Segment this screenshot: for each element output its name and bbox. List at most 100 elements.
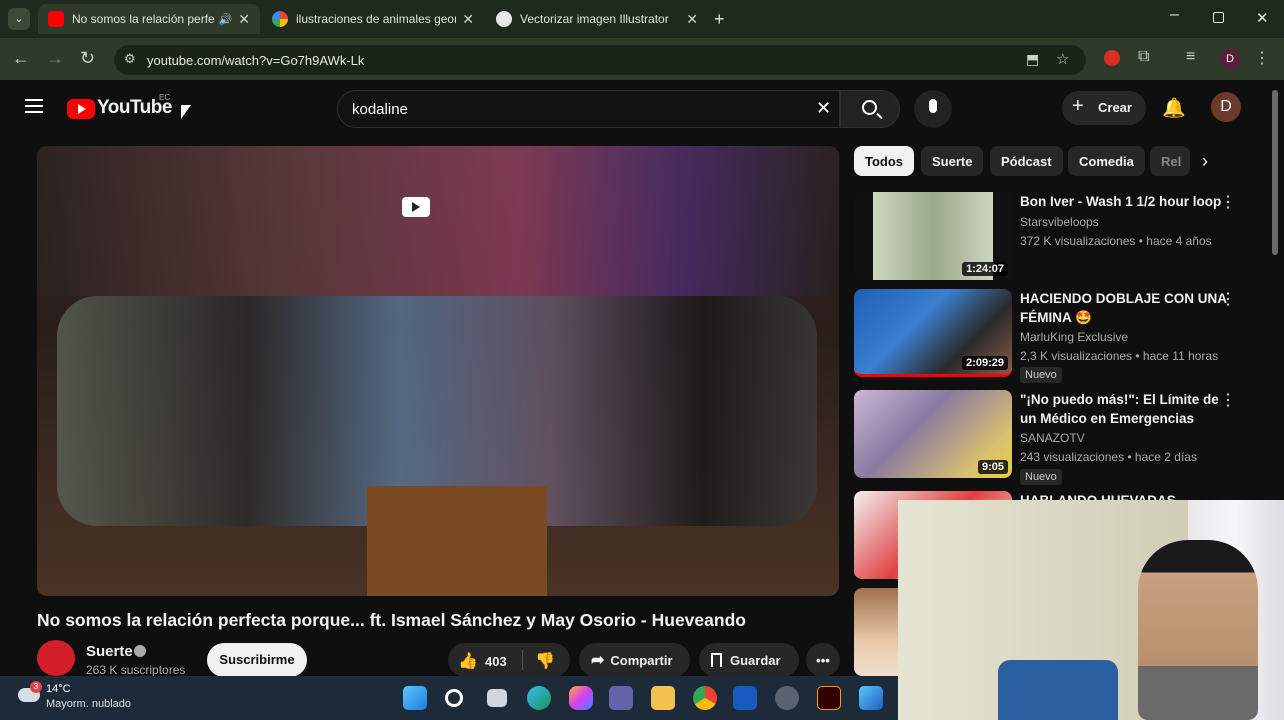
search-input[interactable]: kodaline bbox=[352, 101, 408, 118]
create-button[interactable]: + Crear bbox=[1062, 91, 1146, 125]
tab-close-icon[interactable]: ✕ bbox=[462, 11, 474, 28]
youtube-favicon-icon bbox=[48, 11, 64, 27]
teams-icon[interactable] bbox=[609, 686, 633, 710]
search-button[interactable] bbox=[840, 90, 900, 128]
tab-search-button[interactable]: ⌄ bbox=[8, 8, 30, 30]
voice-search-button[interactable] bbox=[914, 90, 952, 128]
video-frame-table bbox=[367, 486, 547, 596]
search-icon[interactable] bbox=[445, 689, 463, 707]
chip-todos[interactable]: Todos bbox=[854, 146, 915, 176]
photos-icon[interactable] bbox=[859, 686, 883, 710]
more-vertical-icon[interactable]: ⋮ bbox=[1220, 390, 1236, 410]
chip-related[interactable]: Rel bbox=[1150, 146, 1190, 176]
window-close-icon[interactable]: ✕ bbox=[1256, 9, 1269, 27]
install-app-icon[interactable]: ⬒ bbox=[1026, 51, 1039, 68]
puzzle-extensions-icon[interactable]: ⧉ bbox=[1138, 48, 1149, 66]
media-queue-icon[interactable]: ≡ bbox=[1186, 48, 1195, 66]
more-horizontal-icon: ••• bbox=[816, 652, 830, 668]
minimize-icon[interactable]: – bbox=[1170, 6, 1179, 24]
video-thumbnail[interactable]: 1:24:07 bbox=[854, 192, 1012, 280]
google-favicon-icon bbox=[272, 11, 288, 27]
maximize-icon[interactable] bbox=[1213, 12, 1224, 23]
account-avatar[interactable]: D bbox=[1211, 92, 1241, 122]
notifications-bell-icon[interactable]: 🔔 bbox=[1162, 96, 1186, 120]
reload-icon[interactable]: ↻ bbox=[80, 48, 95, 69]
video-title[interactable]: HACIENDO DOBLAJE CON UNA FÉMINA 🤩 bbox=[1020, 289, 1235, 327]
like-button[interactable]: 👍 403 bbox=[458, 651, 528, 671]
clear-search-icon[interactable]: ✕ bbox=[816, 98, 831, 119]
weather-temperature[interactable]: 14°C bbox=[46, 683, 71, 695]
channel-name[interactable]: Suerte bbox=[86, 643, 133, 660]
profile-avatar[interactable]: D bbox=[1220, 49, 1240, 69]
more-vertical-icon[interactable]: ⋮ bbox=[1220, 289, 1236, 309]
more-actions-button[interactable]: ••• bbox=[806, 643, 840, 677]
mouse-cursor-icon bbox=[181, 105, 191, 119]
verified-icon bbox=[134, 645, 146, 657]
video-thumbnail[interactable] bbox=[854, 588, 898, 676]
tab-vectorize[interactable]: Vectorizar imagen Illustrator ✕ bbox=[486, 4, 708, 34]
bookmark-icon bbox=[711, 653, 722, 667]
tab-close-icon[interactable]: ✕ bbox=[238, 11, 250, 28]
region-code: EC bbox=[159, 93, 171, 102]
tab-close-icon[interactable]: ✕ bbox=[686, 11, 698, 28]
new-badge: Nuevo bbox=[1020, 367, 1062, 383]
share-button[interactable]: ➦ Compartir bbox=[579, 643, 690, 677]
list-item[interactable]: 9:05 "¡No puedo más!": El Límite de un M… bbox=[854, 390, 1284, 485]
file-explorer-icon[interactable] bbox=[651, 686, 675, 710]
subscribe-button[interactable]: Suscribirme bbox=[207, 643, 307, 677]
illustrator-icon[interactable] bbox=[817, 686, 841, 710]
copilot-icon[interactable] bbox=[569, 686, 593, 710]
duration-badge: 2:09:29 bbox=[962, 356, 1008, 370]
channel-avatar[interactable] bbox=[37, 640, 75, 676]
duration-badge: 1:24:07 bbox=[962, 262, 1008, 276]
channel-name[interactable]: SANAZOTV bbox=[1020, 431, 1085, 445]
browser-tab-bar: ⌄ No somos la relación perfec 🔊 ✕ ilustr… bbox=[0, 0, 1284, 38]
webcam-overlay bbox=[898, 500, 1284, 720]
word-icon[interactable] bbox=[733, 686, 757, 710]
plus-icon: + bbox=[1072, 95, 1084, 117]
back-arrow-icon[interactable]: ← bbox=[12, 48, 30, 69]
thumbs-down-icon[interactable]: 👎 bbox=[535, 651, 555, 671]
chip-comedia[interactable]: Comedia bbox=[1068, 146, 1145, 176]
like-count: 403 bbox=[485, 654, 507, 669]
video-title[interactable]: "¡No puedo más!": El Límite de un Médico… bbox=[1020, 390, 1235, 428]
task-view-icon[interactable] bbox=[487, 689, 507, 707]
new-tab-plus-icon[interactable]: + bbox=[714, 9, 725, 30]
windows-start-icon[interactable] bbox=[403, 686, 427, 710]
video-title[interactable]: Bon Iver - Wash 1 1/2 hour loop bbox=[1020, 192, 1235, 211]
browser-menu-icon[interactable]: ⋮ bbox=[1254, 48, 1270, 68]
omnibox[interactable]: ⚙ youtube.com/watch?v=Go7h9AWk-Lk ⬒ ☆ bbox=[114, 45, 1086, 75]
video-thumbnail[interactable]: 2:09:29 bbox=[854, 289, 1012, 377]
tab-google-illustrations[interactable]: ilustraciones de animales geom ✕ bbox=[262, 4, 484, 34]
save-label: Guardar bbox=[730, 652, 781, 668]
webcam-chair bbox=[998, 660, 1118, 720]
channel-name[interactable]: Starsvibeloops bbox=[1020, 215, 1099, 229]
video-meta: 372 K visualizaciones • hace 4 años bbox=[1020, 234, 1212, 248]
extension-red-icon[interactable] bbox=[1104, 50, 1120, 66]
tab-youtube-video[interactable]: No somos la relación perfec 🔊 ✕ bbox=[38, 4, 260, 34]
weather-description[interactable]: Mayorm. nublado bbox=[46, 698, 131, 710]
like-dislike-group: 👍 403 👎 bbox=[448, 643, 570, 677]
search-box[interactable]: kodaline ✕ bbox=[337, 90, 840, 128]
list-item[interactable]: 1:24:07 Bon Iver - Wash 1 1/2 hour loop … bbox=[854, 192, 1284, 284]
forward-arrow-icon[interactable]: → bbox=[46, 48, 64, 69]
share-arrow-icon: ➦ bbox=[591, 652, 605, 669]
edge-browser-icon[interactable] bbox=[527, 686, 551, 710]
save-button[interactable]: Guardar bbox=[699, 643, 799, 677]
hamburger-menu-icon[interactable] bbox=[25, 99, 43, 113]
more-vertical-icon[interactable]: ⋮ bbox=[1220, 192, 1236, 212]
list-item[interactable]: 2:09:29 HACIENDO DOBLAJE CON UNA FÉMINA … bbox=[854, 289, 1284, 383]
chip-suerte[interactable]: Suerte bbox=[921, 146, 984, 176]
webcam-person bbox=[1138, 540, 1258, 720]
channel-name[interactable]: MarluKing Exclusive bbox=[1020, 330, 1128, 344]
chip-podcast[interactable]: Pódcast bbox=[990, 146, 1063, 176]
video-player[interactable] bbox=[37, 146, 839, 596]
bookmark-star-icon[interactable]: ☆ bbox=[1056, 50, 1069, 68]
weather-badge: 3 bbox=[30, 681, 42, 693]
settings-gear-icon[interactable] bbox=[775, 686, 799, 710]
video-thumbnail[interactable]: 9:05 bbox=[854, 390, 1012, 478]
page-scrollbar[interactable] bbox=[1272, 90, 1278, 255]
chips-next-chevron-icon[interactable]: › bbox=[1202, 151, 1208, 172]
chrome-icon[interactable] bbox=[693, 686, 717, 710]
site-info-icon[interactable]: ⚙ bbox=[124, 51, 136, 67]
